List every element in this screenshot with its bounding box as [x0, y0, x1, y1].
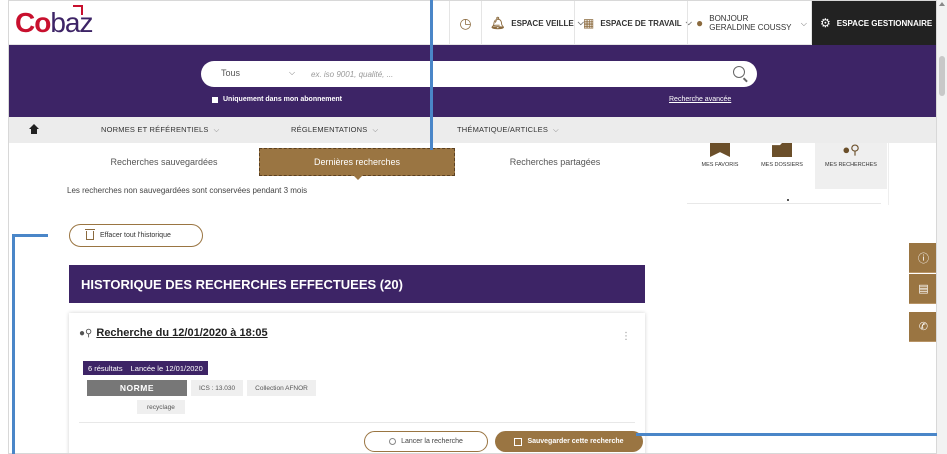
tab-saved-searches[interactable]: Recherches sauvegardées: [69, 148, 259, 176]
user-search-icon: ●⚲: [842, 142, 860, 157]
search-scope-select[interactable]: Tous: [221, 68, 240, 78]
search-icon: [389, 438, 397, 445]
bell-icon: 🔔︎: [490, 16, 506, 30]
checkbox-icon[interactable]: [212, 96, 218, 103]
logo-mark: [73, 5, 83, 15]
scroll-thumb[interactable]: [939, 56, 945, 96]
nav-reglementations[interactable]: RÉGLEMENTATIONS ⌵: [291, 125, 378, 135]
panel-dot: [787, 199, 789, 201]
mes-dossiers-button[interactable]: MES DOSSIERS: [753, 143, 811, 187]
card-divider: [79, 422, 635, 423]
phone-icon: ✆: [918, 321, 929, 333]
trash-icon: [85, 229, 95, 240]
espace-gestionnaire-menu[interactable]: ⚙ ESPACE GESTIONNAIRE ⌵: [811, 1, 936, 45]
bookmark-icon: [710, 143, 730, 157]
tab-shared-searches[interactable]: Recherches partagées: [455, 148, 655, 176]
chevron-down-icon: ⌵: [372, 125, 379, 134]
nav-normes[interactable]: NORMES ET RÉFÉRENTIELS ⌵: [101, 125, 220, 135]
cobaz-logo[interactable]: Cobaz: [15, 5, 93, 39]
panel-divider: [687, 203, 881, 204]
search-band: Tous ⌵ Uniquement dans mon abonnement Re…: [9, 45, 936, 117]
espace-travail-menu[interactable]: ▦ ESPACE DE TRAVAIL ⌵: [574, 1, 700, 45]
annotation-line: [430, 0, 433, 150]
annotation-line: [636, 433, 937, 436]
info-button[interactable]: ⓘ: [909, 243, 936, 273]
grid-icon: ▦: [583, 16, 595, 30]
phone-button[interactable]: ✆: [909, 312, 936, 342]
gear-icon: ⚙: [820, 16, 831, 30]
collection-tag: Collection AFNOR: [247, 380, 316, 396]
user-icon: ●: [696, 15, 704, 30]
feedback-button[interactable]: ▤: [909, 274, 936, 304]
search-title[interactable]: ●⚲ Recherche du 12/01/2020 à 18:05: [79, 327, 268, 339]
mes-recherches-button[interactable]: ●⚲ MES RECHERCHES: [815, 143, 887, 189]
info-icon: ⓘ: [918, 252, 929, 265]
save-icon: [514, 437, 523, 446]
scroll-up-icon[interactable]: [939, 2, 945, 6]
right-panel: MES FAVORIS MES DOSSIERS ●⚲ MES RECHERCH…: [679, 143, 889, 205]
criteria-row: NORME ICS : 13.030 Collection AFNOR: [87, 380, 316, 396]
annotation-line: [12, 234, 15, 454]
search-box: Tous ⌵: [201, 61, 757, 87]
search-history-card: ●⚲ Recherche du 12/01/2020 à 18:05 ⋮ 6 r…: [69, 313, 645, 453]
advanced-search-link[interactable]: Recherche avancée: [669, 96, 731, 103]
history-header: HISTORIQUE DES RECHERCHES EFFECTUEES (20…: [69, 265, 645, 303]
user-menu[interactable]: ● BONJOUR GERALDINE COUSSY ⌵: [687, 1, 811, 45]
clear-history-button[interactable]: Effacer tout l'historique: [69, 224, 203, 247]
nav-thematique[interactable]: THÉMATIQUE/ARTICLES ⌵: [457, 125, 559, 135]
chevron-down-icon: ⌵: [800, 18, 807, 28]
home-icon[interactable]: [29, 124, 39, 134]
chevron-down-icon: ⌵: [213, 125, 220, 134]
app-frame: Cobaz ◷ 🔔︎ ESPACE VEILLE ⌵ ▦ ESPACE DE T…: [8, 0, 937, 454]
subscription-only-checkbox[interactable]: Uniquement dans mon abonnement: [212, 96, 342, 103]
search-icon[interactable]: [733, 66, 745, 78]
chevron-down-icon: ⌵: [553, 125, 559, 134]
retention-info: Les recherches non sauvegardées sont con…: [67, 186, 308, 195]
top-bar: Cobaz ◷ 🔔︎ ESPACE VEILLE ⌵ ▦ ESPACE DE T…: [9, 1, 936, 45]
page-scrollbar[interactable]: [937, 0, 947, 454]
mes-favoris-button[interactable]: MES FAVORIS: [691, 143, 749, 187]
search-input[interactable]: [311, 67, 711, 81]
results-badge: 6 résultats Lancée le 12/01/2020: [83, 361, 208, 375]
message-icon: ▤: [918, 283, 929, 295]
user-search-icon: ●⚲: [79, 327, 93, 339]
more-options-icon[interactable]: ⋮: [621, 331, 631, 342]
launch-search-button[interactable]: Lancer la recherche: [364, 431, 488, 452]
tab-recent-searches[interactable]: Dernières recherches: [259, 148, 455, 180]
norme-tag: NORME: [87, 380, 187, 396]
ics-tag: ICS : 13.030: [191, 380, 244, 396]
history-icon[interactable]: ◷: [449, 1, 481, 45]
folder-icon: [772, 143, 792, 157]
chevron-down-icon[interactable]: ⌵: [289, 68, 295, 78]
annotation-line: [12, 234, 48, 237]
keyword-tag: recyclage: [137, 400, 185, 414]
main-nav: NORMES ET RÉFÉRENTIELS ⌵ RÉGLEMENTATIONS ⌵…: [9, 117, 936, 143]
save-search-button[interactable]: Sauvegarder cette recherche: [495, 431, 643, 452]
